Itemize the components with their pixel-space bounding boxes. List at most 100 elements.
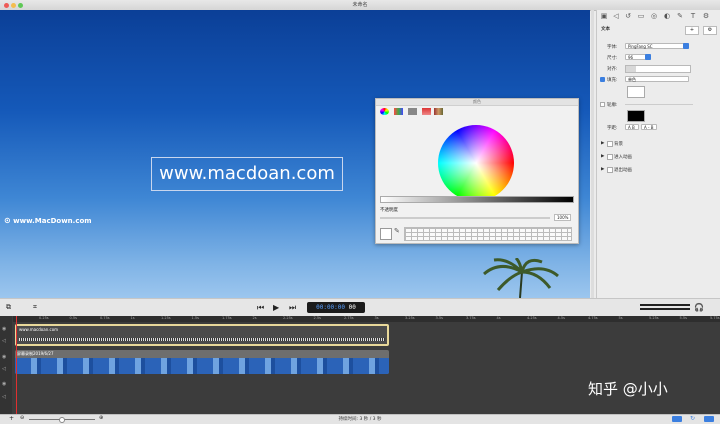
color-palettes-tab-icon[interactable] [408, 108, 417, 115]
current-color-swatch[interactable] [380, 228, 392, 240]
timecode-frames: 00 [348, 304, 356, 311]
crayons-tab-icon[interactable] [434, 108, 443, 115]
ruler-tick: 3s [374, 316, 379, 320]
duration-status: 持续时间: 3 秒 / 3 秒 [338, 417, 382, 422]
playback-toolbar: ⧉ ⌗ ⏮ ▶ ⏭ 00:00:00 00 🎧 [0, 298, 720, 318]
fill-color-well[interactable] [627, 86, 645, 98]
text-tool-icon[interactable]: T [689, 12, 697, 20]
colors-panel: 颜色 不透明度 100% ✎ [375, 98, 579, 244]
watermark-text: www.MacDown.com [13, 217, 92, 225]
background-checkbox[interactable] [607, 141, 613, 147]
preview-vertical-scrollbar[interactable] [591, 10, 594, 298]
clip-waveform [19, 338, 385, 341]
enter-animation-section[interactable]: 进入动画 [614, 154, 632, 160]
spacing-option-1[interactable]: A B [625, 124, 639, 130]
ruler-tick: 4.5s [557, 316, 565, 320]
ruler-tick: 2s [252, 316, 257, 320]
timecode-value: 00:00:00 [316, 304, 346, 311]
disclosure-arrow-icon[interactable]: ▶ [601, 167, 604, 172]
annotation-icon[interactable]: ✎ [676, 12, 684, 20]
font-dropdown-arrow-icon[interactable] [683, 43, 689, 49]
add-media-icon[interactable]: ⧉ [6, 302, 11, 313]
color-wheel-tab-icon[interactable] [380, 108, 389, 115]
timecode-display: 00:00:00 00 [307, 302, 365, 313]
track-visibility-icon[interactable]: ◉ [2, 326, 6, 332]
ruler-tick: 1.5s [191, 316, 199, 320]
ruler-tick: 2.25s [283, 316, 293, 320]
audio-properties-icon[interactable]: ◁ [612, 12, 620, 20]
window-title: 未命名 [352, 2, 368, 8]
font-select[interactable]: PingFang SC [625, 43, 689, 49]
opacity-value-field[interactable]: 100% [554, 214, 572, 221]
ruler-tick: 1.25s [161, 316, 171, 320]
preview-canvas[interactable]: www.macdoan.com ⊙ www.MacDown.com 颜色 不透明… [0, 10, 590, 298]
rewind-button[interactable]: ⏮ [257, 302, 264, 313]
text-clip[interactable]: www.macdoan.com [15, 324, 389, 346]
ruler-tick: 5.25s [649, 316, 659, 320]
spacing-option-2[interactable]: A - B [641, 124, 657, 130]
brightness-slider[interactable] [380, 196, 574, 203]
headphones-icon[interactable]: 🎧 [694, 302, 704, 313]
timeline[interactable]: ◉ ◁ ◉ ◁ ◉ ◁ 0.25s 0.5s 0.75s 1s 1.25s 1.5s 1.7… [0, 316, 720, 414]
fast-forward-button[interactable]: ⏭ [289, 302, 296, 313]
audio-level-meter [640, 304, 690, 306]
filter-icon[interactable]: ◐ [663, 12, 671, 20]
ruler-tick: 3.25s [405, 316, 415, 320]
ruler-tick: 4.25s [527, 316, 537, 320]
color-wheel[interactable] [438, 125, 514, 201]
size-stepper-icon[interactable] [645, 54, 651, 60]
fill-type-select[interactable]: 单色 [625, 76, 689, 82]
exit-animation-section[interactable]: 退出动画 [614, 167, 632, 173]
outline-label: 轮廓: [607, 103, 618, 108]
outline-width-slider[interactable] [625, 104, 693, 105]
time-ruler[interactable]: 0.25s 0.5s 0.75s 1s 1.25s 1.5s 1.75s 2s 2.25s 2.5… [13, 316, 720, 322]
snap-toggle[interactable] [672, 416, 682, 422]
disclosure-arrow-icon[interactable]: ▶ [601, 154, 604, 159]
ruler-tick: 0.25s [39, 316, 49, 320]
fill-checkbox[interactable] [600, 77, 605, 82]
outline-color-well[interactable] [627, 110, 645, 122]
video-clip[interactable]: 屏幕录制2019/6/27 [15, 350, 389, 374]
play-button[interactable]: ▶ [273, 302, 279, 313]
track-visibility-icon[interactable]: ◉ [2, 354, 6, 360]
ruler-tick: 4s [496, 316, 501, 320]
track-audio-icon[interactable]: ◁ [2, 338, 6, 344]
image-palettes-tab-icon[interactable] [422, 108, 431, 115]
text-overlay[interactable]: www.macdoan.com [151, 157, 343, 191]
eyedropper-icon[interactable]: ✎ [394, 227, 400, 235]
ruler-tick: 1s [130, 316, 135, 320]
ruler-tick: 3.5s [435, 316, 443, 320]
adjust-icon[interactable]: ⚙ [702, 12, 710, 20]
opacity-slider[interactable] [380, 217, 550, 219]
loop-icon[interactable]: ↻ [690, 415, 695, 422]
opacity-label: 不透明度 [380, 208, 398, 213]
inspector-panel: ▣ ◁ ↺ ▭ ◎ ◐ ✎ T ⚙ 文本 + ⚙ 字体: PingFang SC… [596, 10, 720, 298]
text-section-title: 文本 [601, 27, 610, 32]
disclosure-arrow-icon[interactable]: ▶ [601, 141, 604, 146]
ruler-tick: 1.75s [222, 316, 232, 320]
enter-animation-checkbox[interactable] [607, 154, 613, 160]
history-icon[interactable]: ↺ [624, 12, 632, 20]
track-audio-icon[interactable]: ◁ [2, 394, 6, 400]
spacing-label: 字距: [607, 126, 618, 131]
playhead[interactable] [16, 316, 17, 414]
align-left-button[interactable] [626, 66, 636, 72]
magnet-toggle[interactable] [704, 416, 714, 422]
ruler-tick: 4.75s [588, 316, 598, 320]
exit-animation-checkbox[interactable] [607, 167, 613, 173]
outline-checkbox[interactable] [600, 102, 605, 107]
track-audio-icon[interactable]: ◁ [2, 366, 6, 372]
effects-icon[interactable]: ◎ [650, 12, 658, 20]
image-properties-icon[interactable]: ▣ [600, 12, 608, 20]
crop-icon[interactable]: ⌗ [33, 302, 37, 313]
text-settings-button[interactable]: ⚙ [703, 26, 717, 35]
zhihu-watermark: 知乎 @小小 [588, 380, 668, 398]
background-section[interactable]: 背景 [614, 141, 623, 147]
ruler-tick: 0.75s [100, 316, 110, 320]
custom-color-swatches[interactable] [404, 227, 572, 241]
alignment-segmented-control[interactable] [625, 65, 691, 73]
screen-icon[interactable]: ▭ [637, 12, 645, 20]
color-sliders-tab-icon[interactable] [394, 108, 403, 115]
track-visibility-icon[interactable]: ◉ [2, 381, 6, 387]
add-text-button[interactable]: + [685, 26, 699, 35]
